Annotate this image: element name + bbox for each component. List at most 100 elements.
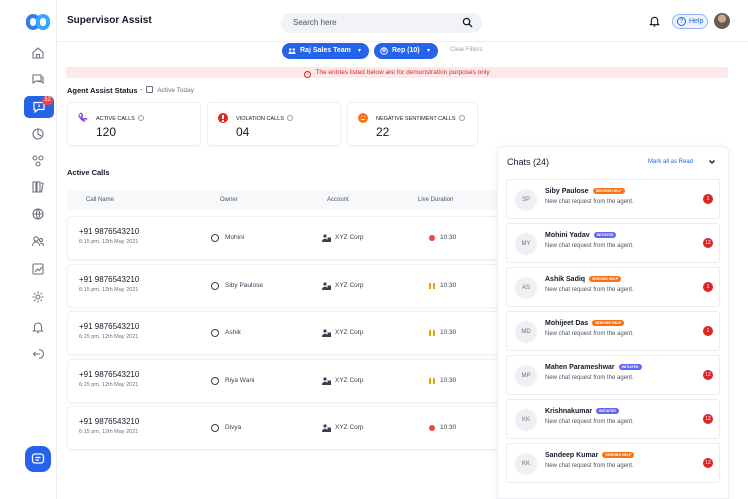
chats-panel: Chats (24) Mark all as Read SP Siby Paul…	[497, 146, 729, 499]
chat-agent-name: Siby Paulose	[545, 188, 589, 195]
clear-filters-link[interactable]: Clear Filters	[450, 47, 482, 53]
live-duration: 10:30	[440, 234, 457, 241]
active-calls-card[interactable]: ACTIVE CALLS 120	[67, 102, 201, 146]
chat-avatar: MY	[515, 233, 537, 255]
team-filter-dropdown[interactable]: Raj Sales Team ▾	[282, 43, 369, 59]
alert-icon	[218, 113, 228, 123]
call-number[interactable]: +91 9876543210	[79, 322, 139, 331]
phone-icon	[78, 112, 88, 122]
help-label: Help	[689, 18, 704, 25]
chat-list-item[interactable]: MP Mahen Parameshwar INITIATED New chat r…	[506, 355, 720, 395]
live-duration: 10:30	[440, 329, 457, 336]
chat-message: New chat request from the agent.	[545, 243, 634, 249]
call-number[interactable]: +91 9876543210	[79, 370, 139, 379]
violation-calls-label: VIOLATION CALLS	[236, 116, 284, 122]
chat-list-item[interactable]: KK Krishnakumar INITIATED New chat reques…	[506, 399, 720, 439]
globe-icon[interactable]	[31, 207, 45, 221]
chat-list-item[interactable]: AS Ashik Sadiq SEEKING HELP New chat requ…	[506, 267, 720, 307]
chat-avatar: AS	[515, 277, 537, 299]
rep-filter-dropdown[interactable]: Rep (10) ▾	[374, 43, 438, 59]
chat-message: New chat request from the agent.	[545, 199, 634, 205]
analytics-icon[interactable]	[31, 262, 45, 276]
account-name: XYZ Corp	[335, 424, 364, 431]
home-icon[interactable]	[31, 46, 45, 60]
help-button[interactable]: ? Help	[672, 14, 708, 29]
chat-agent-name: Mohijeet Das	[545, 320, 589, 327]
negative-sentiment-card[interactable]: NEGATIVE SENTIMENT CALLS 22	[347, 102, 478, 146]
messages-icon[interactable]	[31, 72, 45, 86]
info-icon[interactable]	[286, 115, 293, 121]
info-icon: !	[304, 71, 312, 78]
info-icon[interactable]	[137, 115, 144, 121]
chat-agent-name: Mahen Parameshwar	[545, 364, 615, 371]
chat-list-item[interactable]: KK Sandeep Kumar SEEKING HELP New chat re…	[506, 443, 720, 483]
chat-message: New chat request from the agent.	[545, 287, 634, 293]
dashboard-icon[interactable]	[31, 127, 45, 141]
rep-icon	[380, 47, 388, 55]
call-number[interactable]: +91 9876543210	[79, 275, 139, 284]
account-icon	[322, 329, 331, 337]
column-owner[interactable]: Owner	[220, 197, 238, 203]
chat-launcher-button[interactable]	[25, 446, 51, 472]
table-row[interactable]: +91 9876543210 6:15 pm, 12th May 2021 Si…	[67, 264, 507, 308]
column-call-name[interactable]: Call Name	[86, 197, 114, 203]
app-root: 32 Supervisor Assist Search here ? Help …	[0, 0, 748, 499]
chat-message: New chat request from the agent.	[545, 419, 634, 425]
live-duration: 10:30	[440, 377, 457, 384]
logout-icon[interactable]	[31, 347, 45, 361]
account-name: XYZ Corp	[335, 234, 364, 241]
sad-face-icon	[358, 113, 368, 123]
search-placeholder: Search here	[293, 18, 337, 27]
table-row[interactable]: +91 9876543210 6:15 pm, 12th May 2021 Ri…	[67, 359, 507, 403]
info-icon[interactable]	[458, 115, 465, 121]
violation-calls-value: 04	[236, 125, 250, 139]
chat-list-item[interactable]: SP Siby Paulose SEEKING HELP New chat req…	[506, 179, 720, 219]
chat-list-item[interactable]: MD Mohijeet Das SEEKING HELP New chat req…	[506, 311, 720, 351]
table-row[interactable]: +91 9876543210 6:15 pm, 12th May 2021 Mo…	[67, 216, 507, 260]
team-icon	[288, 48, 296, 54]
chevron-down-icon: ▾	[358, 48, 362, 54]
status-active-today: • Active Today	[140, 86, 195, 94]
chat-avatar: KK	[515, 409, 537, 431]
table-row[interactable]: +91 9876543210 6:15 pm, 12th May 2021 As…	[67, 311, 507, 355]
call-number[interactable]: +91 9876543210	[79, 227, 139, 236]
negative-sentiment-value: 22	[376, 125, 390, 139]
chat-agent-name: Sandeep Kumar	[545, 452, 599, 459]
owner-name: Riya Wani	[225, 377, 255, 384]
search-input[interactable]: Search here	[281, 13, 482, 33]
chat-avatar: KK	[515, 453, 537, 475]
user-icon	[211, 424, 219, 432]
notification-settings-icon[interactable]	[31, 320, 45, 334]
violation-calls-card[interactable]: VIOLATION CALLS 04	[207, 102, 341, 146]
chevron-down-icon[interactable]	[708, 158, 716, 166]
table-row[interactable]: +91 9876543210 6:15 pm, 12th May 2021 Di…	[67, 406, 507, 450]
user-avatar[interactable]	[714, 13, 730, 29]
call-number[interactable]: +91 9876543210	[79, 417, 139, 426]
app-logo[interactable]	[26, 14, 50, 30]
pause-icon	[429, 283, 435, 289]
column-account[interactable]: Account	[327, 197, 349, 203]
app-title: Supervisor Assist	[67, 15, 152, 26]
demo-notice-banner: ! The entries listed below are for demons…	[66, 67, 728, 78]
account-icon	[322, 282, 331, 290]
unread-count-badge: 12	[703, 414, 713, 424]
settings-icon[interactable]	[31, 290, 45, 304]
team-icon[interactable]	[31, 234, 45, 248]
owner-name: Mohini	[225, 234, 245, 241]
search-icon[interactable]	[462, 17, 473, 28]
call-time: 6:15 pm, 12th May 2021	[79, 287, 139, 293]
sidebar-badge: 32	[42, 96, 53, 105]
mark-all-read-link[interactable]: Mark all as Read	[648, 159, 693, 165]
chat-message: New chat request from the agent.	[545, 463, 634, 469]
chat-status-badge: SEEKING HELP	[592, 320, 625, 326]
account-icon	[322, 234, 331, 242]
active-calls-value: 120	[96, 125, 117, 139]
network-icon[interactable]	[31, 154, 45, 168]
library-icon[interactable]	[31, 180, 45, 194]
unread-count-badge: 1	[703, 194, 713, 204]
column-live-duration[interactable]: Live Duration	[418, 197, 453, 203]
chat-list-item[interactable]: MY Mohini Yadav INITIATED New chat reques…	[506, 223, 720, 263]
status-section-title: Agent Assist Status	[67, 86, 138, 95]
unread-count-badge: 12	[703, 458, 713, 468]
bell-icon[interactable]	[649, 15, 660, 27]
